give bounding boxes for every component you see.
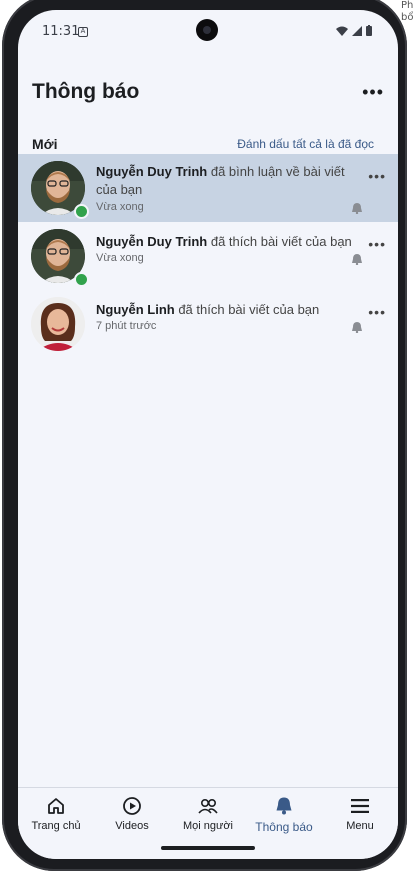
notification-item[interactable]: Nguyễn Duy Trinh đã bình luận về bài viế… [18,154,398,222]
bell-icon [276,797,292,815]
nav-home[interactable]: Trang chủ [18,794,94,832]
screen: 11:31 A Thông báo ••• Mới Đánh dấu tất c… [18,10,398,859]
menu-icon [351,799,369,813]
side-text-2: bổ [401,12,413,23]
avatar-woman-icon [31,297,85,351]
notification-time: Vừa xong [96,252,144,264]
notification-text: Nguyễn Linh đã thích bài viết của bạn [96,301,368,319]
notification-more-button[interactable]: ••• [368,304,386,320]
nav-home-label: Trang chủ [31,820,81,832]
page-title: Thông báo [32,80,140,103]
notification-more-button[interactable]: ••• [368,236,386,252]
battery-icon [366,25,372,36]
nav-people[interactable]: Mọi người [170,794,246,832]
signal-icon [352,25,362,36]
notification-name: Nguyễn Duy Trinh [96,164,208,179]
notification-text: Nguyễn Duy Trinh đã bình luận về bài viế… [96,163,368,199]
side-text-1: Ph [401,0,413,11]
phone-frame: 11:31 A Thông báo ••• Mới Đánh dấu tất c… [2,0,407,871]
notification-a-icon: A [78,27,88,37]
status-time: 11:31 [42,24,80,39]
notification-action: đã thích bài viết của bạn [207,234,352,249]
notification-more-button[interactable]: ••• [368,168,386,184]
online-indicator [74,272,89,287]
notification-action: đã thích bài viết của bạn [174,302,320,317]
notification-name: Nguyễn Duy Trinh [96,234,208,249]
home-icon [48,798,64,814]
nav-people-label: Mọi người [182,820,234,832]
notification-time: Vừa xong [96,201,144,213]
online-indicator [74,204,89,219]
section-new-label: Mới [32,136,58,152]
people-icon [198,798,218,814]
nav-videos-label: Videos [115,820,149,832]
notification-time: 7 phút trước [96,320,157,332]
nav-notifications-label: Thông báo [255,820,313,834]
status-bar: 11:31 A [18,10,398,50]
bell-small-icon [352,322,362,333]
notification-name: Nguyễn Linh [96,302,175,317]
notification-item[interactable]: Nguyễn Linh đã thích bài viết của bạn 7 … [18,290,398,358]
nav-menu[interactable]: Menu [322,794,398,832]
notification-item[interactable]: Nguyễn Duy Trinh đã thích bài viết của b… [18,222,398,290]
front-camera [196,19,218,41]
header-more-button[interactable]: ••• [362,82,384,103]
status-icons [336,25,372,36]
avatar [31,297,85,351]
play-circle-icon [123,797,141,815]
mark-all-read-link[interactable]: Đánh dấu tất cả là đã đọc [237,137,374,151]
home-indicator [161,846,255,850]
nav-menu-label: Menu [346,820,374,832]
bell-small-icon [352,254,362,265]
nav-notifications[interactable]: Thông báo [246,794,322,834]
bell-small-icon [352,203,362,214]
notification-text: Nguyễn Duy Trinh đã thích bài viết của b… [96,233,368,251]
wifi-icon [336,26,348,36]
nav-videos[interactable]: Videos [94,794,170,832]
